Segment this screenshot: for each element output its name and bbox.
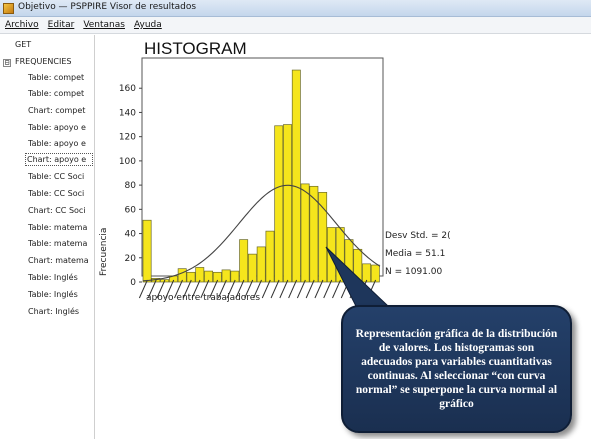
y-tick-label: 20 — [125, 254, 137, 264]
histogram-bar — [370, 264, 380, 283]
x-tick-mark — [261, 279, 271, 299]
x-tick-mark — [305, 279, 315, 299]
y-tick-label: 60 — [125, 205, 137, 215]
x-tick-mark — [314, 279, 324, 299]
histogram-bar — [142, 219, 152, 283]
histogram-bar — [283, 124, 292, 283]
y-axis-label: Frecuencia — [99, 228, 109, 276]
y-tick-label: 100 — [119, 157, 136, 167]
x-axis-label: apoyo entre trabajadores — [146, 293, 260, 303]
x-tick-mark — [323, 279, 333, 299]
histogram-bar — [239, 239, 249, 283]
explanation-callout: Representación gráfica de la distribució… — [341, 305, 572, 433]
histogram-bar — [362, 263, 371, 283]
histogram-bar — [291, 69, 301, 283]
stat-n: N = 1091.00 — [385, 267, 442, 277]
x-tick-mark — [270, 279, 280, 299]
stat-mean: Media = 51.1 — [385, 249, 445, 259]
histogram-bar — [256, 246, 266, 283]
y-tick-label: 160 — [119, 84, 136, 94]
histogram-bar — [300, 183, 310, 283]
stat-std: Desv Std. = 2( — [385, 231, 451, 241]
x-tick-mark — [279, 279, 289, 299]
y-tick-label: 0 — [130, 278, 136, 288]
viewer-window: Objetivo — PSPPIRE Visor de resultados A… — [0, 0, 591, 439]
histogram-bar — [247, 253, 257, 283]
x-tick-mark — [288, 279, 298, 299]
histogram-bar — [318, 192, 328, 283]
x-tick-mark — [332, 279, 341, 299]
y-tick-label: 80 — [125, 181, 137, 191]
y-tick-label: 120 — [119, 133, 136, 143]
histogram-bar — [195, 267, 205, 283]
x-tick-mark — [296, 279, 306, 299]
callout-text: Representación gráfica de la distribució… — [355, 328, 558, 410]
y-tick-label: 40 — [125, 230, 137, 240]
y-tick-label: 140 — [119, 108, 136, 118]
histogram-bar — [274, 125, 284, 283]
histogram-bar — [265, 230, 275, 283]
